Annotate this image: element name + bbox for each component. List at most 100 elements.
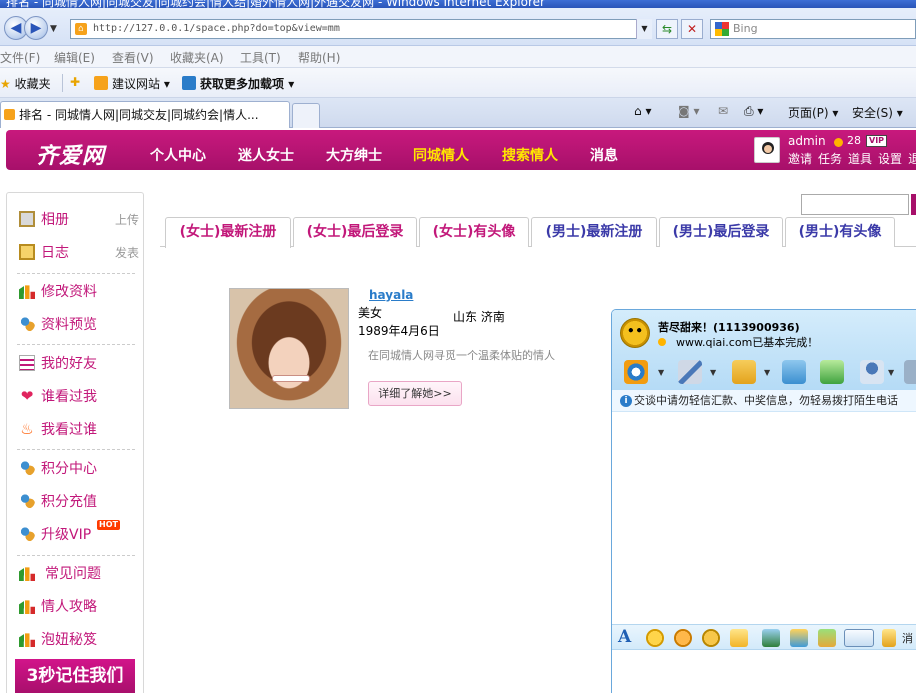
sidebar-item-album[interactable]: 相册 上传 xyxy=(19,209,139,229)
browser-tab-active[interactable]: 排名 - 同城情人网|同城交友|同城约会|情人... xyxy=(0,101,290,128)
voice-dropdown-icon[interactable]: ▼ xyxy=(710,368,716,377)
tab-female-last-login[interactable]: (女士)最后登录 xyxy=(293,217,417,247)
emoji-icon[interactable] xyxy=(646,629,664,647)
menu-help[interactable]: 帮助(H) xyxy=(298,49,340,66)
task-link[interactable]: 任务 xyxy=(818,152,842,166)
suggested-sites-button[interactable]: 建议网站 ▾ xyxy=(94,75,170,92)
nav-search-lovers[interactable]: 搜索情人 xyxy=(502,145,558,165)
font-icon[interactable]: A xyxy=(618,627,631,647)
tab-male-newest[interactable]: (男士)最新注册 xyxy=(531,217,657,247)
user-name[interactable]: admin xyxy=(788,134,826,148)
video-call-icon[interactable] xyxy=(624,360,648,384)
search-input[interactable]: Bing xyxy=(710,19,916,39)
menu-file[interactable]: 文件(F) xyxy=(0,49,40,66)
tab-female-with-photo[interactable]: (女士)有头像 xyxy=(419,217,529,247)
upload-link[interactable]: 上传 xyxy=(115,211,139,228)
email-icon[interactable] xyxy=(782,360,806,384)
music-icon[interactable] xyxy=(790,629,808,647)
addons-button[interactable]: 获取更多加载项 ▾ xyxy=(182,75,294,92)
address-text: http://127.0.0.1/space.php?do=top&view=m… xyxy=(93,23,340,34)
contact-signature-text: www.qiai.com已基本完成！ xyxy=(676,336,819,349)
props-link[interactable]: 道具 xyxy=(848,152,872,166)
publish-link[interactable]: 发表 xyxy=(115,244,139,261)
menu-edit[interactable]: 编辑(E) xyxy=(54,49,95,66)
message-record-label[interactable]: 消 xyxy=(902,630,913,646)
nav-local-lovers[interactable]: 同城情人 xyxy=(413,145,469,165)
home-button[interactable]: ⌂ ▾ xyxy=(634,104,651,118)
qq-message-area[interactable] xyxy=(612,412,916,624)
new-tab-button[interactable] xyxy=(292,103,320,128)
create-group-icon[interactable] xyxy=(820,360,844,384)
qq-input-toolbar: A 消 xyxy=(612,624,916,650)
suggested-sites-label: 建议网站 xyxy=(112,77,161,91)
address-dropdown-icon[interactable]: ▼ xyxy=(636,19,652,39)
sidebar-divider xyxy=(17,344,135,345)
fire-icon: ♨ xyxy=(20,420,34,438)
menu-favorites[interactable]: 收藏夹(A) xyxy=(170,49,224,66)
gift-icon[interactable] xyxy=(818,629,836,647)
favorites-button[interactable]: ★ 收藏夹 xyxy=(0,75,51,92)
send-image-icon[interactable] xyxy=(762,629,780,647)
qq-chat-header: 苦尽甜来！(1113900936) www.qiai.com已基本完成！ ▼ ▼… xyxy=(612,310,916,390)
sidebar-item-label: 相册 xyxy=(41,212,69,228)
tab-female-newest[interactable]: (女士)最新注册 xyxy=(165,217,291,248)
contact-avatar[interactable] xyxy=(620,318,650,348)
profile-details-button[interactable]: 详细了解她>> xyxy=(368,381,462,406)
history-dropdown-icon[interactable]: ▼ xyxy=(50,24,57,34)
sidebar-item-diary[interactable]: 日志 发表 xyxy=(19,242,139,262)
refresh-button[interactable]: ⇆ xyxy=(656,19,678,39)
qq-message-input[interactable] xyxy=(612,650,916,693)
menu-view[interactable]: 查看(V) xyxy=(112,49,154,66)
send-file-icon[interactable] xyxy=(732,360,756,384)
voice-call-icon[interactable] xyxy=(678,360,702,384)
chart-icon xyxy=(19,567,35,581)
nav-ladies[interactable]: 迷人女士 xyxy=(238,145,294,165)
nav-gentlemen[interactable]: 大方绅士 xyxy=(326,145,382,165)
favorites-bar: ★ 收藏夹 ✚ 建议网站 ▾ 获取更多加载项 ▾ xyxy=(0,68,916,98)
add-favorite-button[interactable]: ✚ xyxy=(70,75,80,89)
site-search-button[interactable] xyxy=(911,194,916,215)
tab-male-with-photo[interactable]: (男士)有头像 xyxy=(785,217,895,247)
safety-menu[interactable]: 安全(S) ▾ xyxy=(852,104,903,121)
info-dropdown-icon[interactable]: ▼ xyxy=(888,368,894,377)
settings-link[interactable]: 设置 xyxy=(878,152,902,166)
site-logo[interactable]: 齐爱网 xyxy=(36,138,105,170)
site-search-input[interactable] xyxy=(801,194,909,215)
mail-button[interactable]: ✉ xyxy=(718,104,728,118)
logout-link[interactable]: 退 xyxy=(908,152,916,166)
mail-icon: ✉ xyxy=(718,104,729,118)
profile-location: 山东 济南 xyxy=(453,310,505,324)
sidebar-item-label: 升级VIP xyxy=(41,527,92,543)
more-apps-icon[interactable] xyxy=(904,360,916,384)
user-avatar[interactable] xyxy=(754,137,780,163)
forward-button[interactable]: ▶ xyxy=(24,16,48,40)
diary-icon xyxy=(19,244,35,260)
video-dropdown-icon[interactable]: ▼ xyxy=(658,368,664,377)
people-icon xyxy=(19,493,35,509)
sidebar-item-label: 我看过谁 xyxy=(41,422,97,438)
page-menu[interactable]: 页面(P) ▾ xyxy=(788,104,838,121)
feeds-button[interactable]: ◙ ▾ xyxy=(678,104,700,118)
browser-tab-title: 排名 - 同城情人网|同城交友|同城约会|情人... xyxy=(19,108,259,122)
nav-messages[interactable]: 消息 xyxy=(590,145,618,165)
bing-icon xyxy=(715,22,729,36)
file-dropdown-icon[interactable]: ▼ xyxy=(764,368,770,377)
message-history-icon[interactable] xyxy=(882,629,896,647)
profile-name-link[interactable]: hayala xyxy=(369,288,413,302)
print-button[interactable]: ⎙ ▾ xyxy=(744,104,763,119)
stop-button[interactable]: ✕ xyxy=(681,19,703,39)
tab-male-last-login[interactable]: (男士)最后登录 xyxy=(659,217,783,247)
remember-us-banner[interactable]: 3秒记住我们 xyxy=(15,659,135,693)
address-input[interactable]: ⌂ http://127.0.0.1/space.php?do=top&view… xyxy=(70,19,652,39)
sidebar-item-label: 泡妞秘笈 xyxy=(41,632,97,648)
screenshot-icon[interactable] xyxy=(844,629,874,647)
profile-photo[interactable] xyxy=(229,288,349,409)
shake-window-icon[interactable] xyxy=(702,629,720,647)
invite-link[interactable]: 邀请 xyxy=(788,152,812,166)
magic-emoji-icon[interactable] xyxy=(674,629,692,647)
sidebar-item-upgrade-vip[interactable]: 升级VIP HOT xyxy=(19,520,129,544)
nav-personal-center[interactable]: 个人中心 xyxy=(150,145,206,165)
menu-tools[interactable]: 工具(T) xyxy=(240,49,281,66)
voice-message-icon[interactable] xyxy=(730,629,748,647)
contact-info-icon[interactable] xyxy=(860,360,884,384)
